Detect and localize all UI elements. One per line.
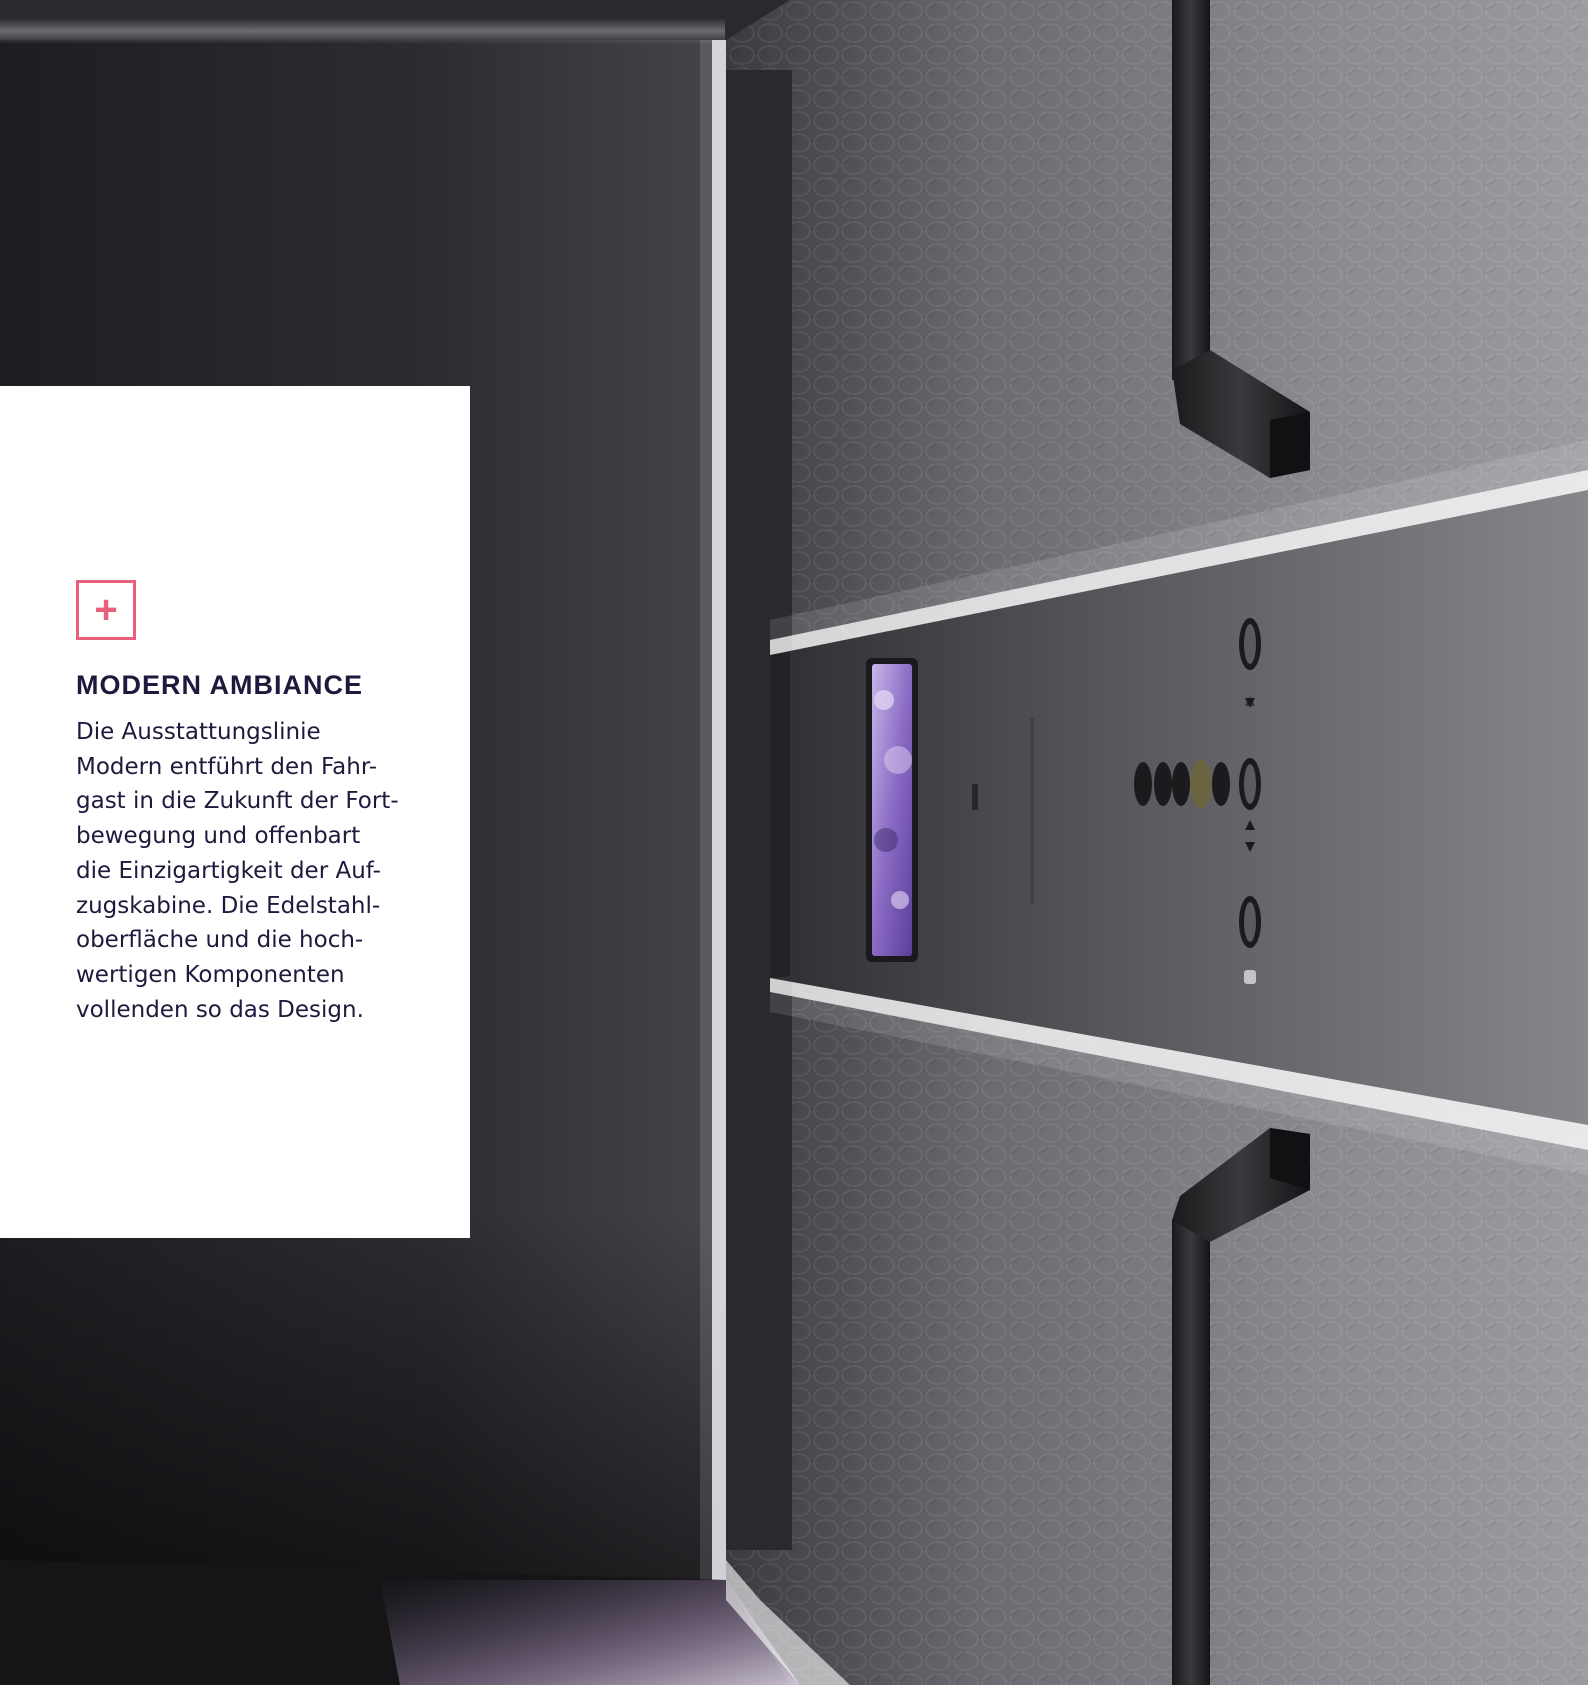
card-body-line: bewegung und offenbart [76, 823, 361, 850]
card-body-line: Modern entführt den Fahr- [76, 753, 378, 780]
page: + MODERN AMBIANCE Die Ausstattungslinie … [0, 0, 1588, 1685]
info-card: + MODERN AMBIANCE Die Ausstattungslinie … [0, 386, 470, 1238]
plus-glyph: + [94, 588, 118, 632]
card-body-line: Die Ausstattungslinie [76, 719, 321, 745]
plus-icon: + [76, 580, 136, 640]
card-body-line: oberfläche und die hoch- [76, 927, 364, 954]
card-body-line: vollenden so das Design. [76, 996, 364, 1023]
card-body-line: wertigen Komponenten [76, 961, 345, 988]
card-body-line: zugskabine. Die Edelstahl- [76, 892, 381, 919]
display-screen-icon [866, 658, 918, 962]
card-body-line: die Einzigartigkeit der Auf- [76, 857, 381, 884]
card-body: Die Ausstattungslinie Modern entführt de… [76, 715, 470, 1027]
card-body-line: gast in die Zukunft der Fort- [76, 788, 399, 815]
card-title: MODERN AMBIANCE [76, 670, 363, 700]
